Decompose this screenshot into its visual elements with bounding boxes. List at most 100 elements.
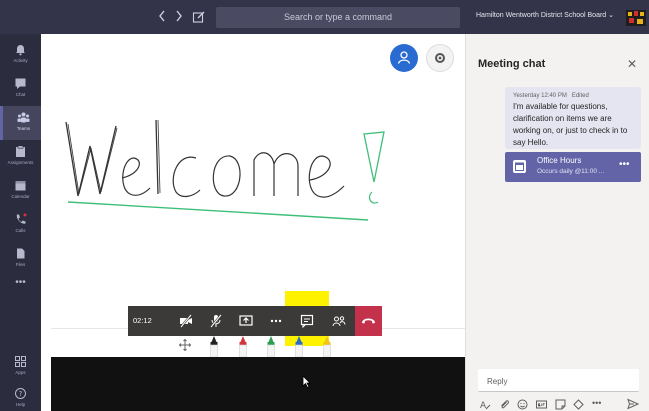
compose-button[interactable] (192, 10, 206, 24)
pen-icon (323, 336, 331, 358)
reply-placeholder: Reply (487, 377, 508, 386)
message-edited-label: Edited (571, 93, 589, 99)
more-icon (270, 319, 282, 323)
rail-label: Calls (15, 228, 26, 233)
more-options-button[interactable]: ••• (592, 398, 608, 409)
gif-icon (536, 400, 547, 409)
rail-label: Assignments (7, 160, 34, 165)
handwritten-drawing (65, 119, 385, 221)
app-rail: Activity Chat Teams Assignments Calendar… (0, 34, 41, 411)
close-icon[interactable]: ✕ (627, 57, 637, 71)
hang-up-icon (362, 318, 375, 324)
rail-label: Calendar (11, 194, 30, 199)
org-name: Hamilton Wentworth District School Board (476, 12, 607, 19)
format-button[interactable]: A (480, 397, 491, 411)
participants-icon (332, 316, 346, 327)
apps-icon (15, 356, 26, 367)
org-logo-icon (626, 10, 646, 26)
svg-text:?: ? (19, 390, 23, 398)
show-participants-button[interactable] (325, 306, 353, 336)
rail-item-teams[interactable]: Teams (0, 106, 41, 140)
chevron-left-icon (159, 10, 165, 22)
rail-item-calls[interactable]: Calls (0, 208, 41, 242)
bell-icon (16, 45, 25, 56)
message-text: I'm available for questions, clarificati… (513, 102, 628, 147)
help-icon: ? (15, 388, 26, 399)
pen-icon (239, 336, 247, 358)
chat-icon (15, 78, 26, 89)
rail-label: Teams (16, 126, 31, 131)
participants-button[interactable] (390, 44, 418, 72)
meet-now-button[interactable] (573, 397, 584, 410)
call-timer: 02:12 (133, 316, 152, 325)
rail-item-apps[interactable]: Apps (0, 350, 41, 384)
attach-icon (501, 400, 510, 409)
rail-item-chat[interactable]: Chat (0, 72, 41, 106)
mic-off-icon (210, 314, 222, 328)
teams-icon (17, 112, 30, 123)
chat-title: Meeting chat (478, 58, 546, 70)
rail-label: Apps (15, 370, 26, 375)
rail-label: Activity (13, 58, 28, 63)
rail-more-button[interactable]: ••• (0, 277, 41, 288)
card-subtitle: Occurs daily @11:00 ... (537, 168, 605, 175)
pen-icon (210, 336, 218, 358)
message-timestamp: Yesterday 12:40 PM (513, 93, 567, 99)
move-icon (178, 338, 192, 352)
pen-green[interactable] (265, 335, 277, 358)
hang-up-button[interactable] (355, 306, 382, 336)
pen-blue[interactable] (293, 335, 305, 358)
avatar[interactable] (626, 10, 646, 26)
format-icon: A (480, 401, 491, 411)
assignments-icon (16, 145, 25, 157)
card-more-button[interactable]: ••• (619, 159, 630, 170)
share-screen-button[interactable] (232, 306, 260, 336)
pen-black[interactable] (208, 335, 220, 358)
gif-button[interactable] (536, 397, 547, 409)
search-input[interactable]: Search or type a command (216, 7, 460, 28)
send-icon (627, 398, 640, 410)
org-switcher[interactable]: Hamilton Wentworth District School Board… (476, 11, 614, 19)
sticker-button[interactable] (555, 397, 566, 410)
person-icon (397, 51, 411, 64)
chevron-down-icon: ⌄ (608, 12, 615, 19)
chevron-right-icon (176, 10, 182, 22)
emoji-icon (517, 399, 528, 410)
pen-icon (295, 336, 303, 358)
pen-icon (267, 336, 275, 358)
compose-icon (192, 11, 205, 23)
rail-item-calendar[interactable]: Calendar (0, 174, 41, 208)
rail-label: Chat (15, 92, 26, 97)
rail-label: Files (15, 262, 26, 267)
show-chat-button[interactable] (293, 306, 321, 336)
rail-item-files[interactable]: Files (0, 242, 41, 276)
send-button[interactable] (627, 397, 640, 410)
mic-toggle-button[interactable] (202, 306, 230, 336)
rail-item-help[interactable]: ? Help (0, 382, 41, 411)
back-button[interactable] (158, 10, 166, 25)
move-handle[interactable] (178, 338, 192, 352)
rail-item-assignments[interactable]: Assignments (0, 140, 41, 174)
gear-icon (435, 53, 445, 63)
pen-red[interactable] (237, 335, 249, 358)
more-options-button[interactable] (262, 306, 290, 336)
chat-icon (300, 314, 314, 328)
video-stage (51, 357, 465, 411)
camera-toggle-button[interactable] (172, 306, 200, 336)
camera-off-icon (180, 314, 192, 328)
calendar-icon (15, 181, 26, 191)
whiteboard-settings-button[interactable] (426, 44, 454, 72)
message-meta: Yesterday 12:40 PM Edited (513, 93, 589, 99)
share-screen-icon (239, 315, 253, 326)
forward-button[interactable] (175, 10, 183, 25)
files-icon (17, 248, 25, 259)
meet-icon (573, 399, 584, 410)
sticker-icon (555, 399, 566, 410)
rail-item-activity[interactable]: Activity (0, 38, 41, 72)
highlighter-yellow[interactable] (321, 335, 333, 358)
attach-button[interactable] (499, 397, 510, 409)
phone-icon (16, 213, 27, 224)
emoji-button[interactable] (517, 397, 528, 410)
mouse-cursor-icon (302, 375, 311, 389)
card-title: Office Hours (537, 156, 582, 165)
